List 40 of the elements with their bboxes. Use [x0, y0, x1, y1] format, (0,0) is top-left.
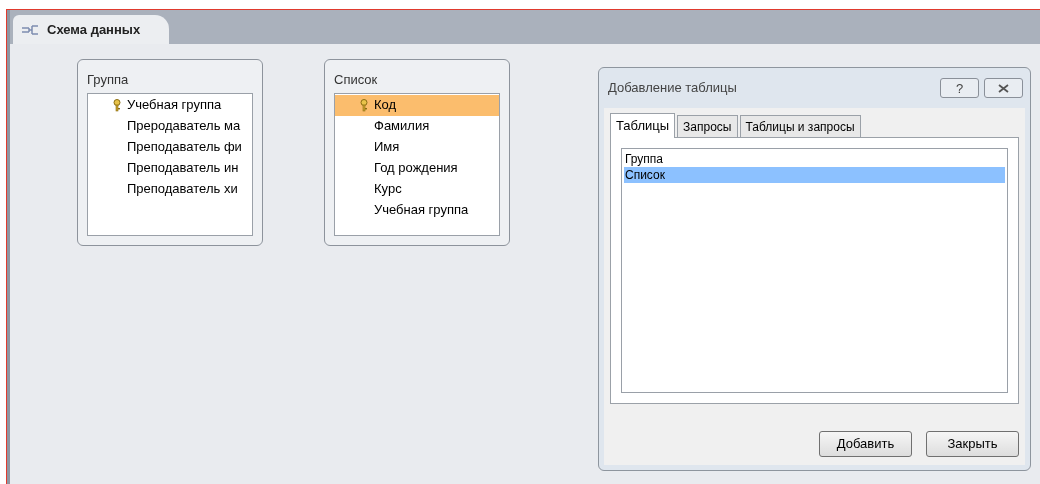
relationships-icon: [21, 23, 39, 36]
field-item[interactable]: Год рождения: [335, 157, 499, 179]
field-name: Имя: [374, 138, 400, 157]
field-item[interactable]: Учебная группа: [88, 94, 252, 116]
field-name: Код: [374, 96, 397, 115]
field-item[interactable]: Имя: [335, 136, 499, 158]
document-tab[interactable]: Схема данных: [13, 15, 169, 44]
field-name: Преподаватель ин: [127, 159, 239, 178]
table-box[interactable]: Группа Учебная группа Преродаватель ма Преподаватель фи Преподаватель ин Преподаватель хи: [77, 59, 263, 246]
field-name: Учебная группа: [127, 96, 222, 115]
field-item[interactable]: Фамилия: [335, 115, 499, 137]
list-item[interactable]: Группа: [624, 151, 1005, 167]
field-item[interactable]: Курс: [335, 178, 499, 200]
field-item[interactable]: Преродаватель ма: [88, 115, 252, 137]
dialog-button[interactable]: Добавить: [819, 431, 912, 457]
field-item[interactable]: Преподаватель фи: [88, 136, 252, 158]
dialog-title: Добавление таблицы: [608, 79, 737, 98]
field-name: Год рождения: [374, 159, 458, 178]
field-name: Учебная группа: [374, 201, 469, 220]
tab-label: Схема данных: [47, 20, 141, 39]
dialog-tab[interactable]: Таблицы: [610, 113, 676, 138]
field-item[interactable]: Код: [335, 94, 499, 116]
dialog-tab[interactable]: Таблицы и запросы: [739, 115, 861, 137]
field-item[interactable]: Преподаватель хи: [88, 178, 252, 200]
table-title: Группа: [87, 71, 130, 89]
field-name: Фамилия: [374, 117, 430, 136]
list-item[interactable]: Список: [624, 167, 1005, 183]
field-name: Курс: [374, 180, 402, 199]
field-name: Преподаватель фи: [127, 138, 242, 157]
field-item[interactable]: Учебная группа: [335, 199, 499, 221]
field-name: Преродаватель ма: [127, 117, 241, 136]
dialog-tab[interactable]: Запросы: [677, 115, 738, 137]
field-item[interactable]: Преподаватель ин: [88, 157, 252, 179]
close-icon: [998, 83, 1009, 93]
field-name: Преподаватель хи: [127, 180, 238, 199]
dialog-button[interactable]: Закрыть: [926, 431, 1019, 457]
table-title: Список: [334, 71, 379, 89]
close-button[interactable]: [984, 78, 1023, 98]
help-button[interactable]: ?: [940, 78, 979, 98]
table-box[interactable]: Список Код Фамилия Имя Год рождения Курс Учебная группа: [324, 59, 510, 246]
